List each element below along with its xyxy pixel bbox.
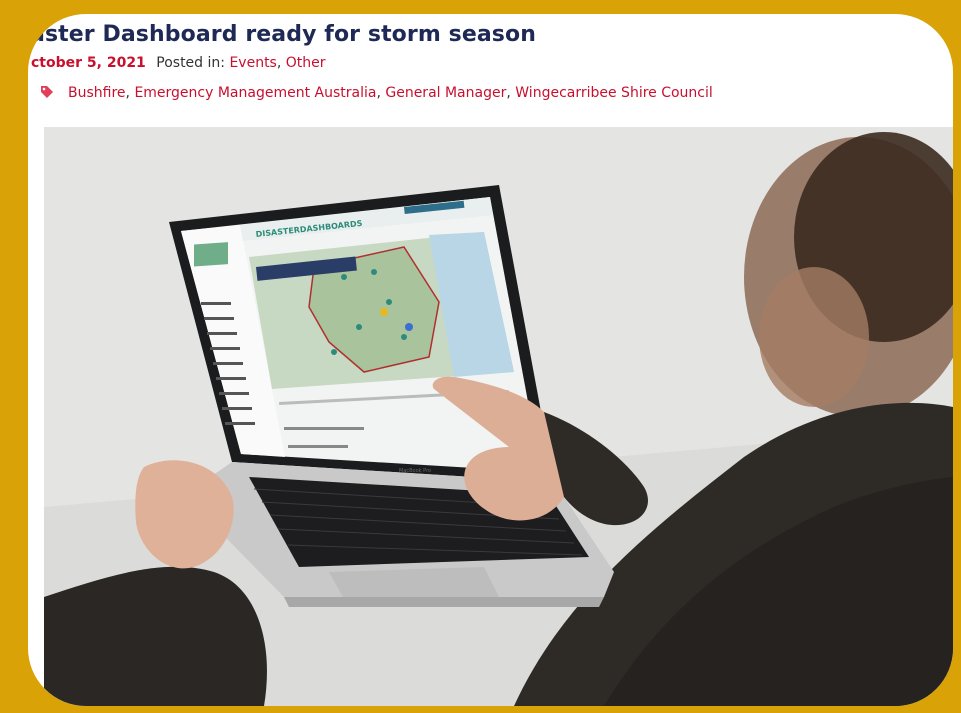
tag-link-general-manager[interactable]: General Manager xyxy=(385,85,506,101)
post-card: aster Dashboard ready for storm season c… xyxy=(0,0,961,713)
keyboard-label: MacBook Pro xyxy=(399,468,431,474)
featured-image-illustration: DISASTERDASHBOARDS MacBook Pro xyxy=(44,127,953,706)
post-card-inner: aster Dashboard ready for storm season c… xyxy=(28,14,953,706)
tag-icon xyxy=(40,85,54,99)
post-title[interactable]: aster Dashboard ready for storm season xyxy=(30,22,536,47)
post-tags: Bushfire, Emergency Management Australia… xyxy=(40,85,713,101)
category-link-other[interactable]: Other xyxy=(286,55,326,71)
tag-link-wingecarribee-shire-council[interactable]: Wingecarribee Shire Council xyxy=(515,85,713,101)
posted-in-label: Posted in: xyxy=(156,55,225,71)
tag-link-emergency-management-australia[interactable]: Emergency Management Australia xyxy=(134,85,376,101)
tag-link-bushfire[interactable]: Bushfire xyxy=(68,85,126,101)
category-link-events[interactable]: Events xyxy=(229,55,276,71)
tag-separator: , xyxy=(506,85,516,101)
category-separator: , xyxy=(276,55,286,71)
post-date[interactable]: ctober 5, 2021 xyxy=(31,55,146,71)
post-header: aster Dashboard ready for storm season c… xyxy=(28,14,953,129)
post-meta: ctober 5, 2021 Posted in: Events, Other xyxy=(31,55,326,71)
featured-image[interactable]: DISASTERDASHBOARDS MacBook Pro xyxy=(44,127,953,706)
